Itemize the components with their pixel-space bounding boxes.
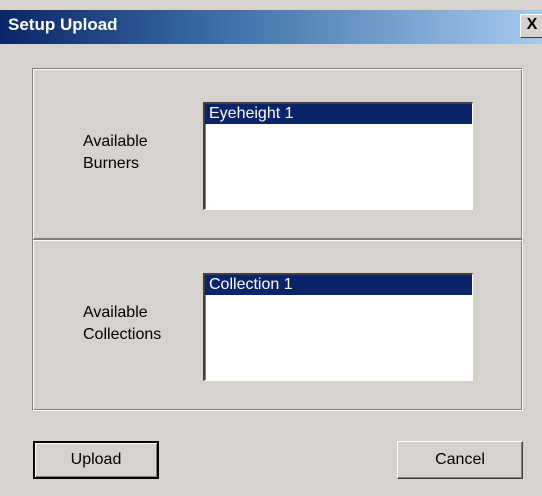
- collections-label-line1: Available: [83, 304, 148, 321]
- burners-listbox[interactable]: Eyeheight 1: [203, 102, 473, 210]
- collections-label: Available Collections: [83, 302, 193, 346]
- burners-label-line2: Burners: [83, 155, 140, 172]
- list-item[interactable]: Eyeheight 1: [205, 104, 472, 124]
- collections-listbox[interactable]: Collection 1: [203, 273, 473, 381]
- title-bar[interactable]: Setup Upload X: [0, 10, 542, 44]
- burners-group: Available Burners Eyeheight 1: [32, 68, 523, 240]
- upload-button[interactable]: Upload: [33, 441, 159, 479]
- setup-upload-dialog: Setup Upload X Available Burners Eyeheig…: [0, 0, 542, 496]
- close-button[interactable]: X: [520, 14, 542, 38]
- burners-label-line1: Available: [83, 133, 148, 150]
- list-item[interactable]: Collection 1: [205, 275, 472, 295]
- cancel-button[interactable]: Cancel: [397, 441, 523, 479]
- collections-group: Available Collections Collection 1: [32, 239, 523, 411]
- burners-label: Available Burners: [83, 131, 193, 175]
- collections-label-line2: Collections: [83, 326, 162, 343]
- window-title: Setup Upload: [8, 15, 118, 34]
- close-icon: X: [526, 16, 538, 33]
